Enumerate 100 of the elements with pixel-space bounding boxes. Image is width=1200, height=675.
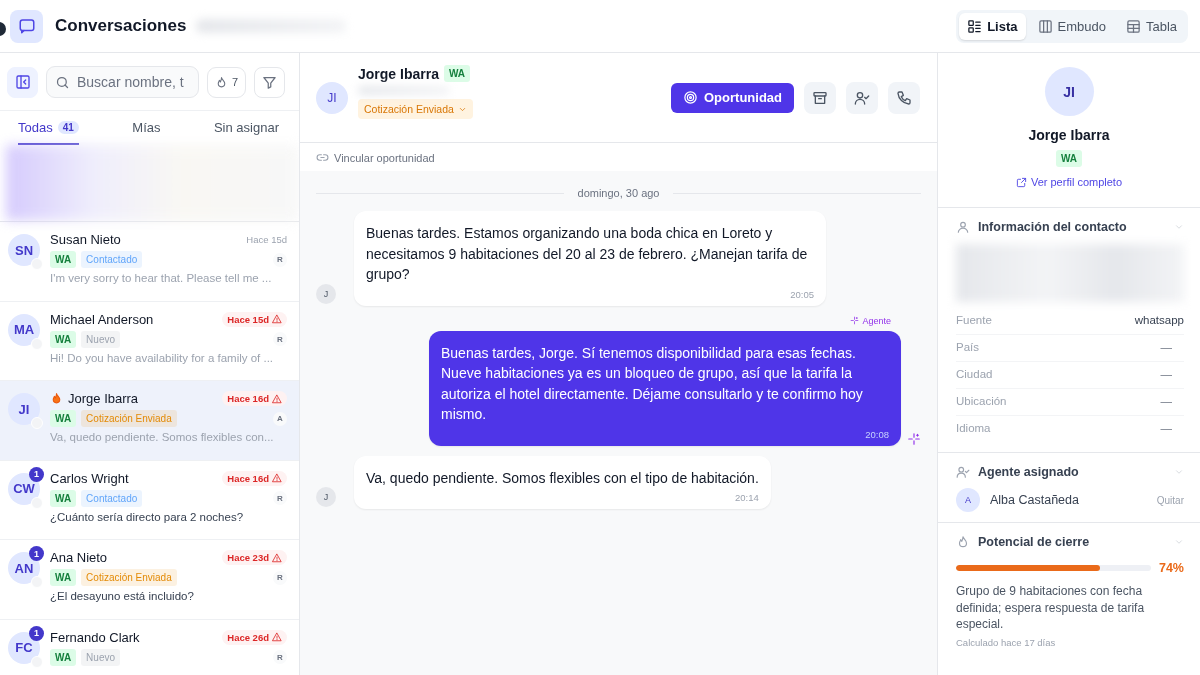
conversation-item[interactable]: FC 1 Fernando Clark Hace 26d WA Nuevo R xyxy=(0,619,299,675)
sparkle-icon xyxy=(850,316,860,325)
message-time: 20:14 xyxy=(735,492,759,503)
field-label: Idioma xyxy=(956,422,991,434)
avatar: MA xyxy=(8,313,40,346)
filter-tab[interactable]: Mías xyxy=(132,111,161,145)
time-label: Hace 23d xyxy=(222,550,287,565)
time-label: Hace 16d xyxy=(222,391,287,406)
count-badge: 41 xyxy=(57,120,79,134)
status-tag: Contactado xyxy=(81,251,143,268)
message-text: Va, quedo pendiente. Somos flexibles con el tipo de habitación. xyxy=(366,468,759,488)
section-title: Información del contacto xyxy=(978,220,1128,234)
channel-dot xyxy=(31,258,43,270)
channel-dot xyxy=(31,576,43,588)
conversation-item[interactable]: SN Susan Nieto Hace 15d WA Contactado R I'm very sorry to hear that. Please tell me ... xyxy=(0,222,299,302)
conversation-item[interactable]: AN 1 Ana Nieto Hace 23d WA Cotización Enviada R ¿El desayuno está incluido? xyxy=(0,540,299,620)
view-tab[interactable]: Lista xyxy=(959,12,1026,40)
field-value: — xyxy=(1160,368,1172,380)
avatar: SN xyxy=(8,234,40,266)
hot-filter-button[interactable]: 7 xyxy=(206,66,246,98)
user-icon xyxy=(956,220,970,234)
agent-initial: R xyxy=(273,332,287,346)
field-label: Fuente xyxy=(956,314,992,326)
message-preview: Va, quedo pendiente. Somos flexibles con... xyxy=(50,431,275,443)
contact-name: Fernando Clark xyxy=(50,629,141,645)
chat-icon xyxy=(10,9,43,43)
warning-icon xyxy=(272,393,282,404)
status-tag: Nuevo xyxy=(81,648,120,666)
phone-icon xyxy=(896,89,912,106)
user-check-icon xyxy=(854,89,870,106)
page-title: Conversaciones xyxy=(55,16,187,36)
message-preview: ¿El desayuno está incluido? xyxy=(50,590,195,602)
avatar: JI xyxy=(8,393,40,425)
calculated-note: Calculado hace 17 días xyxy=(956,636,1057,648)
agent-initial: R xyxy=(273,570,287,585)
filter-button[interactable] xyxy=(254,66,285,98)
section-title: Potencial de cierre xyxy=(978,535,1091,549)
time-label: Hace 15d xyxy=(222,311,287,327)
search-field[interactable]: Buscar nombre, t xyxy=(46,66,199,98)
profile-link[interactable]: Ver perfil completo xyxy=(1015,176,1123,188)
avatar: A xyxy=(956,488,980,512)
unread-badge: 1 xyxy=(29,546,44,561)
conversation-item[interactable]: JI Jorge Ibarra Hace 16d WA Cotización Enviada A Va, quedo pendiente. Somos flexibles con... xyxy=(0,381,299,461)
agent-initial: A xyxy=(273,411,287,426)
agent-initial: R xyxy=(273,650,287,664)
message-text: Buenas tardes, Jorge. Sí tenemos disponibilidad para esas fechas. Nueve habitaciones ya es un bloqueo de grupo, así que la tarifa la autoriza el hotel directamente. Déjame consultarlo y te confirmo hoy mismo. xyxy=(441,343,864,424)
status-tag: Cotización Enviada xyxy=(81,410,177,427)
contact-name: Jorge Ibarra xyxy=(358,65,439,82)
warning-icon xyxy=(272,314,282,324)
columns-icon xyxy=(1037,18,1053,34)
channel-tag: WA xyxy=(50,489,77,507)
user-check-icon xyxy=(956,465,970,479)
search-icon xyxy=(55,75,70,90)
chevron-icon xyxy=(1174,467,1184,477)
agent-name: Alba Castañeda xyxy=(990,493,1080,507)
avatar: JI xyxy=(1044,67,1094,116)
time-label: Hace 15d xyxy=(246,234,287,245)
status-tag: Nuevo xyxy=(81,330,120,348)
message-time: 20:05 xyxy=(790,288,814,300)
conversation-item[interactable]: CW 1 Carlos Wright Hace 16d WA Contactado R ¿Cuánto sería directo para 2 noches? xyxy=(0,460,299,540)
date-divider: domingo, 30 ago xyxy=(316,187,921,199)
message-preview: I'm very sorry to hear that. Please tell me ... xyxy=(50,272,273,284)
channel-tag: WA xyxy=(1055,150,1083,167)
section-title: Agente asignado xyxy=(978,465,1080,479)
field-label: País xyxy=(956,341,979,353)
filter-icon xyxy=(262,74,277,90)
external-link-icon xyxy=(1015,176,1027,188)
field-value: — xyxy=(1160,422,1172,434)
sparkle-icon xyxy=(907,431,921,446)
contact-name: Jorge Ibarra xyxy=(1028,127,1110,143)
status-tag: Contactado xyxy=(81,489,143,507)
view-tab[interactable]: Tabla xyxy=(1117,12,1185,40)
archive-icon xyxy=(812,89,828,106)
message-preview: Hi! Do you have availability for a family of ... xyxy=(50,351,275,364)
chevron-icon xyxy=(1174,222,1184,232)
opportunity-button[interactable]: Oportunidad xyxy=(671,82,794,113)
panel-toggle-button[interactable] xyxy=(7,66,38,98)
time-label: Hace 16d xyxy=(222,470,287,486)
agent-initial: R xyxy=(273,491,287,505)
channel-tag: WA xyxy=(50,330,77,348)
warning-icon xyxy=(272,632,282,642)
message-time: 20:08 xyxy=(865,428,889,440)
list-icon xyxy=(967,18,983,34)
table-icon xyxy=(1125,18,1141,34)
field-value: — xyxy=(1160,341,1172,353)
channel-tag: WA xyxy=(50,569,77,586)
conversation-item[interactable]: MA Michael Anderson Hace 15d WA Nuevo R Hi! Do you have availability for a family of ... xyxy=(0,301,299,381)
warning-icon xyxy=(272,552,282,563)
panel-icon xyxy=(14,74,31,90)
link-opportunity[interactable]: Vincular oportunidad xyxy=(316,151,435,164)
channel-tag: WA xyxy=(443,65,471,82)
call-button[interactable] xyxy=(888,81,920,114)
status-tag: Cotización Enviada xyxy=(81,569,177,586)
assign-button[interactable] xyxy=(846,81,878,114)
chevron-icon xyxy=(1174,537,1184,547)
filter-tab[interactable]: Sin asignar xyxy=(213,111,279,145)
archive-button[interactable] xyxy=(804,81,836,114)
target-icon xyxy=(683,90,698,105)
field-value: — xyxy=(1160,395,1172,407)
view-tab[interactable]: Embudo xyxy=(1029,12,1114,40)
